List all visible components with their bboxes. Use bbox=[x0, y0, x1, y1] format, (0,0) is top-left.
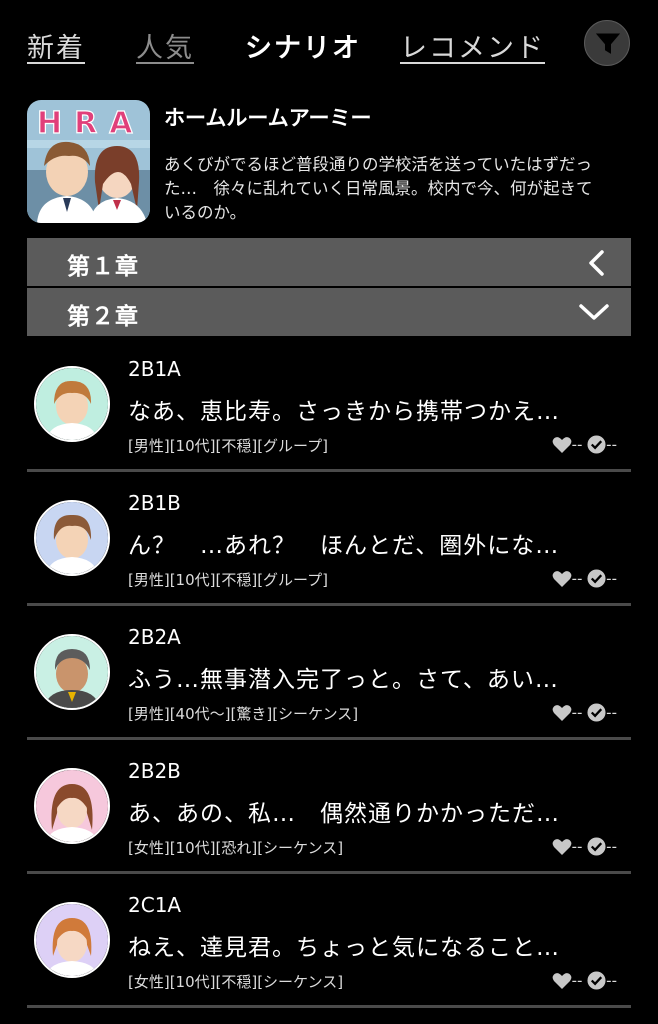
play-count: -- bbox=[606, 703, 617, 722]
episode-row[interactable]: 2B1B ん？ …あれ？ ほんとだ、圏外にな… [男性][10代][不穏][グル… bbox=[27, 474, 631, 606]
scenario-description: あくびがでるほど普段通りの学校活を送っていたはずだった… 徐々に乱れていく日常風… bbox=[164, 155, 593, 222]
divider bbox=[27, 469, 631, 472]
scenario-thumbnail[interactable]: HRA bbox=[27, 100, 150, 223]
episode-stats: -- -- bbox=[552, 435, 617, 454]
play-count: -- bbox=[606, 569, 617, 588]
episode-first-line: あ、あの、私… 偶然通りかかっただ… bbox=[128, 801, 560, 827]
check-circle-icon bbox=[587, 569, 606, 588]
divider bbox=[27, 871, 631, 874]
chapter-label: 第１章 bbox=[67, 254, 139, 280]
play-count: -- bbox=[606, 837, 617, 856]
chevron-down-icon bbox=[579, 304, 609, 320]
episode-row[interactable]: 2B2B あ、あの、私… 偶然通りかかっただ… [女性][10代][恐れ][シー… bbox=[27, 742, 631, 874]
heart-icon bbox=[552, 570, 571, 587]
tab-scenario[interactable]: シナリオ bbox=[245, 26, 361, 65]
heart-icon bbox=[552, 972, 571, 989]
heart-icon bbox=[552, 436, 571, 453]
tab-new[interactable]: 新着 bbox=[27, 26, 85, 65]
check-circle-icon bbox=[587, 837, 606, 856]
episode-tags: [男性][40代〜][驚き][シーケンス] bbox=[128, 705, 359, 723]
episode-tags: [女性][10代][恐れ][シーケンス] bbox=[128, 839, 344, 857]
filter-funnel-icon bbox=[596, 33, 620, 54]
tab-recommend[interactable]: レコメンド bbox=[400, 26, 545, 65]
like-count: -- bbox=[571, 703, 583, 722]
episode-tags: [女性][10代][不穏][シーケンス] bbox=[128, 973, 344, 991]
episode-row[interactable]: 2B2A ふう…無事潜入完了っと。さて、あい… [男性][40代〜][驚き][シ… bbox=[27, 608, 631, 740]
like-count: -- bbox=[571, 435, 583, 454]
episode-row[interactable]: 2B1A なあ、恵比寿。さっきから携帯つかえ… [男性][10代][不穏][グル… bbox=[27, 340, 631, 472]
like-count: -- bbox=[571, 569, 583, 588]
chevron-left-icon bbox=[589, 250, 604, 276]
tab-popular[interactable]: 人気 bbox=[136, 26, 194, 65]
episode-tags: [男性][10代][不穏][グループ] bbox=[128, 571, 329, 589]
top-tab-bar: 新着 人気 シナリオ レコメンド bbox=[0, 0, 658, 86]
episode-first-line: ねえ、達見君。ちょっと気になること… bbox=[128, 935, 560, 961]
avatar bbox=[34, 366, 110, 442]
avatar bbox=[34, 634, 110, 710]
avatar bbox=[34, 500, 110, 576]
episode-first-line: ふう…無事潜入完了っと。さて、あい… bbox=[128, 667, 559, 693]
play-count: -- bbox=[606, 971, 617, 990]
episode-first-line: ん？ …あれ？ ほんとだ、圏外にな… bbox=[128, 533, 560, 559]
check-circle-icon bbox=[587, 703, 606, 722]
episode-row[interactable]: 2C1A ねえ、達見君。ちょっと気になること… [女性][10代][不穏][シー… bbox=[27, 876, 631, 1008]
episode-code: 2C1A bbox=[128, 893, 182, 917]
chapter-label: 第２章 bbox=[67, 304, 139, 330]
heart-icon bbox=[552, 838, 571, 855]
heart-icon bbox=[552, 704, 571, 721]
divider bbox=[27, 1005, 631, 1008]
thumbnail-logo-text: HRA bbox=[36, 105, 145, 141]
divider bbox=[27, 603, 631, 606]
chapter-2-header[interactable]: 第２章 bbox=[27, 288, 631, 336]
episode-stats: -- -- bbox=[552, 837, 617, 856]
scenario-title: ホームルームアーミー bbox=[164, 106, 372, 130]
episode-stats: -- -- bbox=[552, 703, 617, 722]
avatar bbox=[34, 768, 110, 844]
chapter-1-header[interactable]: 第１章 bbox=[27, 238, 631, 286]
episode-stats: -- -- bbox=[552, 569, 617, 588]
episode-code: 2B2A bbox=[128, 625, 181, 649]
play-count: -- bbox=[606, 435, 617, 454]
episode-stats: -- -- bbox=[552, 971, 617, 990]
check-circle-icon bbox=[587, 435, 606, 454]
episode-code: 2B1A bbox=[128, 357, 181, 381]
divider bbox=[27, 737, 631, 740]
filter-button[interactable] bbox=[584, 20, 630, 66]
check-circle-icon bbox=[587, 971, 606, 990]
like-count: -- bbox=[571, 971, 583, 990]
episode-code: 2B2B bbox=[128, 759, 181, 783]
episode-tags: [男性][10代][不穏][グループ] bbox=[128, 437, 329, 455]
avatar bbox=[34, 902, 110, 978]
episode-first-line: なあ、恵比寿。さっきから携帯つかえ… bbox=[128, 399, 560, 425]
like-count: -- bbox=[571, 837, 583, 856]
episode-code: 2B1B bbox=[128, 491, 181, 515]
